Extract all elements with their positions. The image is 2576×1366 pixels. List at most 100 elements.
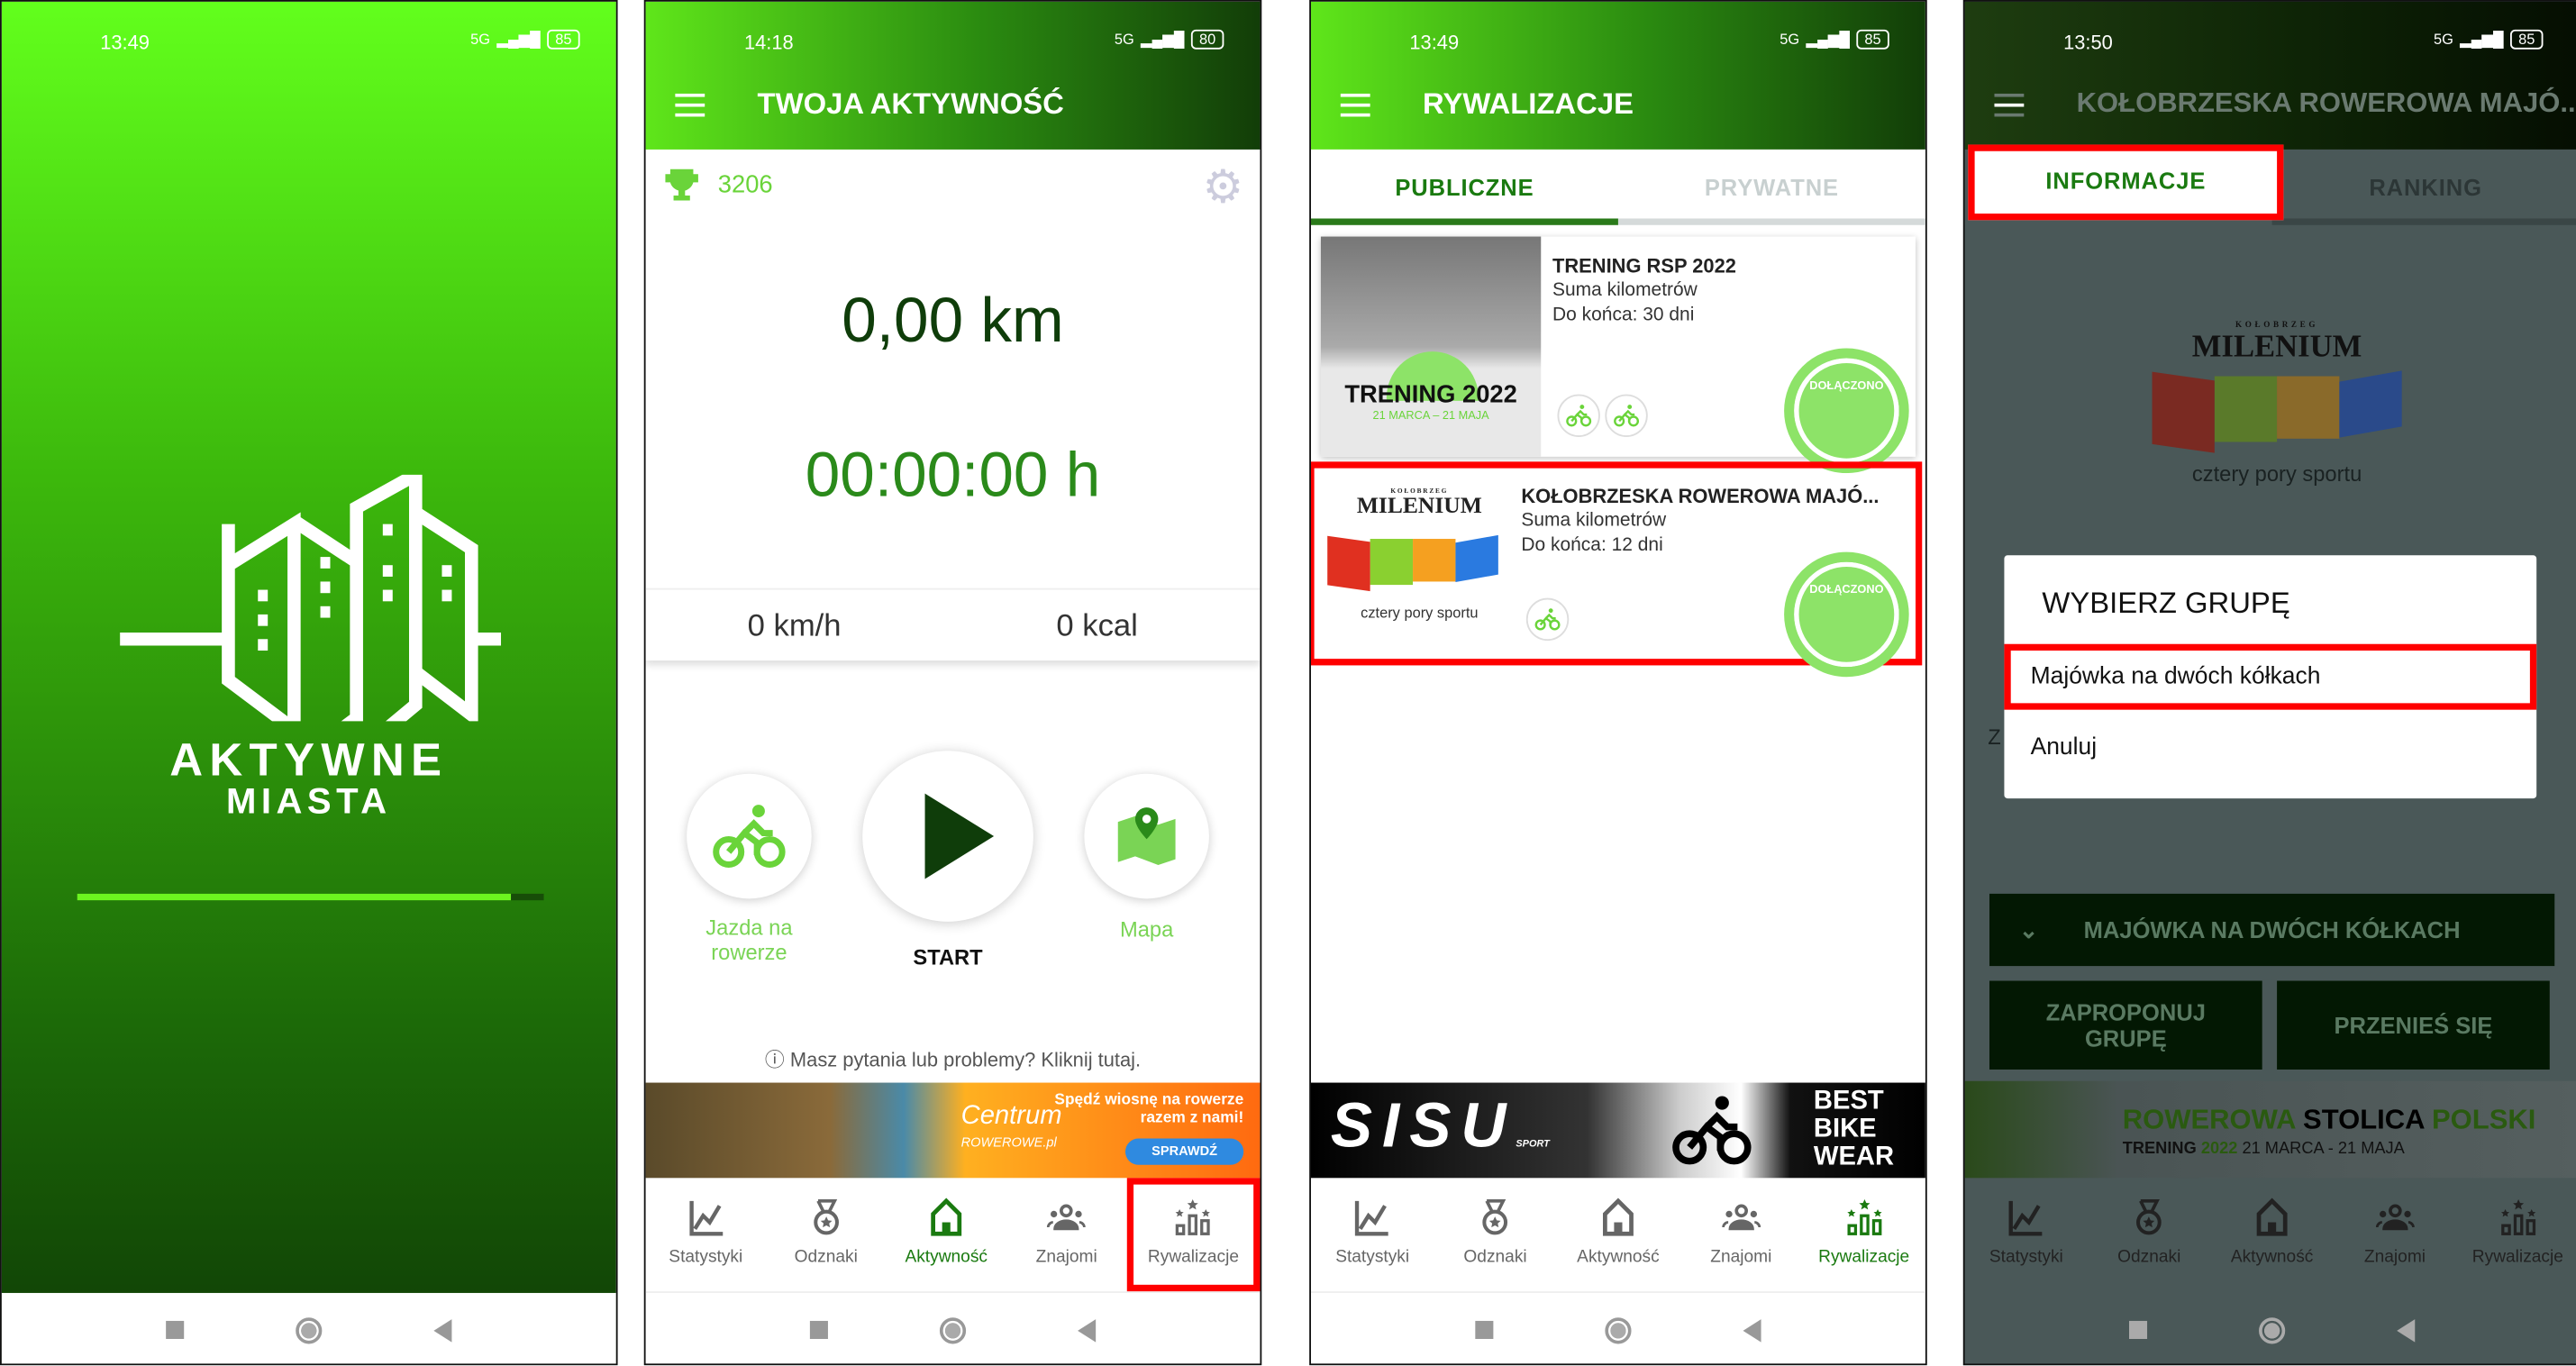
tab-publiczne[interactable]: PUBLICZNE [1310,150,1618,225]
map-button[interactable] [1084,773,1209,899]
medal-icon [1476,1198,1516,1237]
home-button[interactable] [296,1316,323,1343]
logo-caption: cztery pory sportu [1361,604,1479,622]
settings-gear-icon[interactable]: ⚙ [1202,159,1243,214]
signal-icon: ▂▄▆█ [1806,30,1851,47]
medal-icon [2129,1198,2169,1237]
home-icon [2253,1198,2292,1237]
distance-value: 0,00 km [842,287,1064,357]
nav-znajomi[interactable]: Znajomi [1006,1178,1126,1291]
back-button[interactable] [433,1318,452,1342]
ranking-icon [2498,1198,2537,1237]
card-remaining: Do końca: 12 dni [1521,535,1663,556]
nav-rywalizacje[interactable]: Rywalizacje [1803,1178,1925,1291]
propose-group-button[interactable]: ZAPROPONUJ GRUPĘ [1989,980,2262,1070]
nav-aktywnosc[interactable]: Aktywność [886,1178,1006,1291]
nav-rywalizacje[interactable]: Rywalizacje [2456,1178,2576,1291]
menu-icon[interactable] [1994,93,2025,117]
ranking-icon [1844,1198,1884,1237]
nav-aktywnosc[interactable]: Aktywność [2210,1178,2333,1291]
battery-icon: 80 [1190,29,1224,50]
nav-statystyki[interactable]: Statystyki [1311,1178,1434,1291]
card-image: TRENING 2022 21 MARCA – 21 MAJA [1320,236,1542,457]
battery-icon: 85 [2509,29,2544,50]
page-title: KOŁOBRZESKA ROWEROWA MAJÓ... [2076,87,2576,119]
ad-brand: SISUSPORT [1330,1092,1550,1162]
ad-banner[interactable]: SISUSPORT BEST BIKE WEAR [1310,1082,1925,1179]
clock: 13:49 [1409,31,1460,55]
nav-odznaki[interactable]: Odznaki [2088,1178,2210,1291]
bike-mode-button[interactable] [687,773,812,899]
ad-headline: Spędź wiosnę na rowerze razem z nami! [1054,1090,1244,1127]
map-label: Mapa [1120,916,1174,942]
clock: 13:50 [2063,31,2113,55]
logo-caption: cztery pory sportu [2191,461,2362,487]
sports-logo-icon [2113,370,2442,453]
nav-statystyki[interactable]: Statystyki [646,1178,766,1291]
card-image: KOŁOBRZEG MILENIUM cztery pory sportu [1321,473,1518,655]
signal-icon: ▂▄▆█ [1141,30,1185,47]
chart-icon [686,1198,725,1237]
back-button[interactable] [1743,1318,1761,1342]
nav-znajomi[interactable]: Znajomi [1679,1178,1802,1291]
back-button[interactable] [1078,1318,1097,1342]
recents-button[interactable] [2128,1320,2148,1339]
nav-aktywnosc[interactable]: Aktywność [1557,1178,1679,1291]
competition-card[interactable]: KOŁOBRZEG MILENIUM cztery pory sportu KOŁ… [1320,473,1916,678]
card-remaining: Do końca: 30 dni [1552,305,1695,326]
home-button[interactable] [939,1316,967,1343]
nav-rywalizacje[interactable]: Rywalizacje [1126,1178,1261,1292]
stats-row: 0 km/h 0 kcal [645,587,1261,660]
banner-sub: TRENING 2022 21 MARCA - 21 MAJA [2122,1140,2405,1159]
signal-icon: ▂▄▆█ [2460,30,2504,47]
chart-icon [1352,1198,1392,1237]
menu-icon[interactable] [675,93,705,117]
ebike-icon [1605,394,1648,437]
ad-cta-button[interactable]: SPRAWDŹ [1124,1138,1244,1165]
sports-logo-icon [1327,534,1498,592]
recents-button[interactable] [809,1320,828,1339]
clock: 14:18 [743,31,794,55]
play-icon [924,793,995,879]
bike-mode-label: Jazda na rowerze [705,915,793,965]
duration-value: 00:00:00 h [805,442,1101,512]
training-banner[interactable]: ROWEROWA STOLICA POLSKI TRENING 2022 21 … [1964,1080,2576,1179]
home-button[interactable] [2259,1316,2286,1343]
home-button[interactable] [1605,1316,1632,1343]
move-button[interactable]: PRZENIEŚ SIĘ [2277,980,2550,1070]
loading-progress-bar [77,893,544,901]
help-link[interactable]: ⓘ Masz pytania lub problemy? Kliknij tut… [646,1045,1261,1073]
ad-slogan: BEST BIKE WEAR [1813,1088,1895,1172]
back-button[interactable] [2397,1318,2416,1342]
dialog-option-group[interactable]: Majówka na dwóch kółkach [2004,643,2537,710]
network-icon: 5G [1780,31,1800,48]
chart-icon [2007,1198,2046,1237]
tab-informacje[interactable]: INFORMACJE [1968,144,2284,221]
menu-icon[interactable] [1340,93,1370,117]
card-type: Suma kilometrów [1521,511,1667,531]
competition-card[interactable]: TRENING 2022 21 MARCA – 21 MAJA TRENING … [1320,236,1916,474]
ad-banner[interactable]: Centrum ROWEROWE.pl Spędź wiosnę na rower… [645,1082,1261,1179]
nav-odznaki[interactable]: Odznaki [1434,1178,1556,1291]
cyclist-icon [1669,1089,1754,1171]
nav-znajomi[interactable]: Znajomi [2334,1178,2456,1291]
peek-text: Z [1988,724,2001,750]
tabs: PUBLICZNE PRYWATNE [1310,149,1925,225]
tab-ranking[interactable]: RANKING [2271,150,2576,225]
help-icon: ⓘ [764,1048,785,1071]
start-label: START [913,944,983,970]
nav-odznaki[interactable]: Odznaki [766,1178,886,1291]
dialog-cancel-button[interactable]: Anuluj [2031,734,2098,760]
network-icon: 5G [470,31,491,48]
ranking-icon [1174,1198,1214,1237]
clock: 13:49 [100,31,150,55]
start-button[interactable] [862,751,1033,922]
bottom-nav: Statystyki Odznaki Aktywność Znajomi Ryw… [645,1178,1261,1293]
recents-button[interactable] [1475,1320,1494,1339]
map-icon [1117,807,1176,865]
card-title: KOŁOBRZESKA ROWEROWA MAJÓ... [1521,484,1880,508]
group-select-button[interactable]: ⌄ MAJÓWKA NA DWÓCH KÓŁKACH [1989,893,2555,967]
nav-statystyki[interactable]: Statystyki [1965,1178,2088,1291]
recents-button[interactable] [166,1320,185,1339]
tab-prywatne[interactable]: PRYWATNE [1617,150,1925,225]
